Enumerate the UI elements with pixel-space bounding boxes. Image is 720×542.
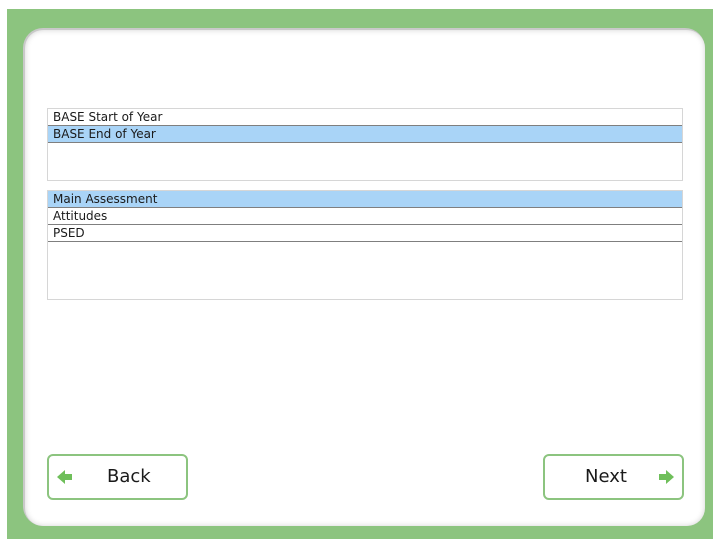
assessment-type-list[interactable]: Main Assessment Attitudes PSED <box>47 190 683 300</box>
list-item-psed[interactable]: PSED <box>48 225 682 242</box>
arrow-left-icon <box>57 470 72 484</box>
assessment-period-list[interactable]: BASE Start of Year BASE End of Year <box>47 108 683 181</box>
next-button-label: Next <box>585 466 627 487</box>
back-button[interactable]: Back <box>47 454 188 500</box>
list-item-attitudes[interactable]: Attitudes <box>48 208 682 225</box>
back-button-label: Back <box>107 466 151 487</box>
list-item-base-start-of-year[interactable]: BASE Start of Year <box>48 109 682 126</box>
list-item-base-end-of-year[interactable]: BASE End of Year <box>48 126 682 143</box>
list-item-main-assessment[interactable]: Main Assessment <box>48 191 682 208</box>
arrow-right-icon <box>659 470 674 484</box>
next-button[interactable]: Next <box>543 454 684 500</box>
